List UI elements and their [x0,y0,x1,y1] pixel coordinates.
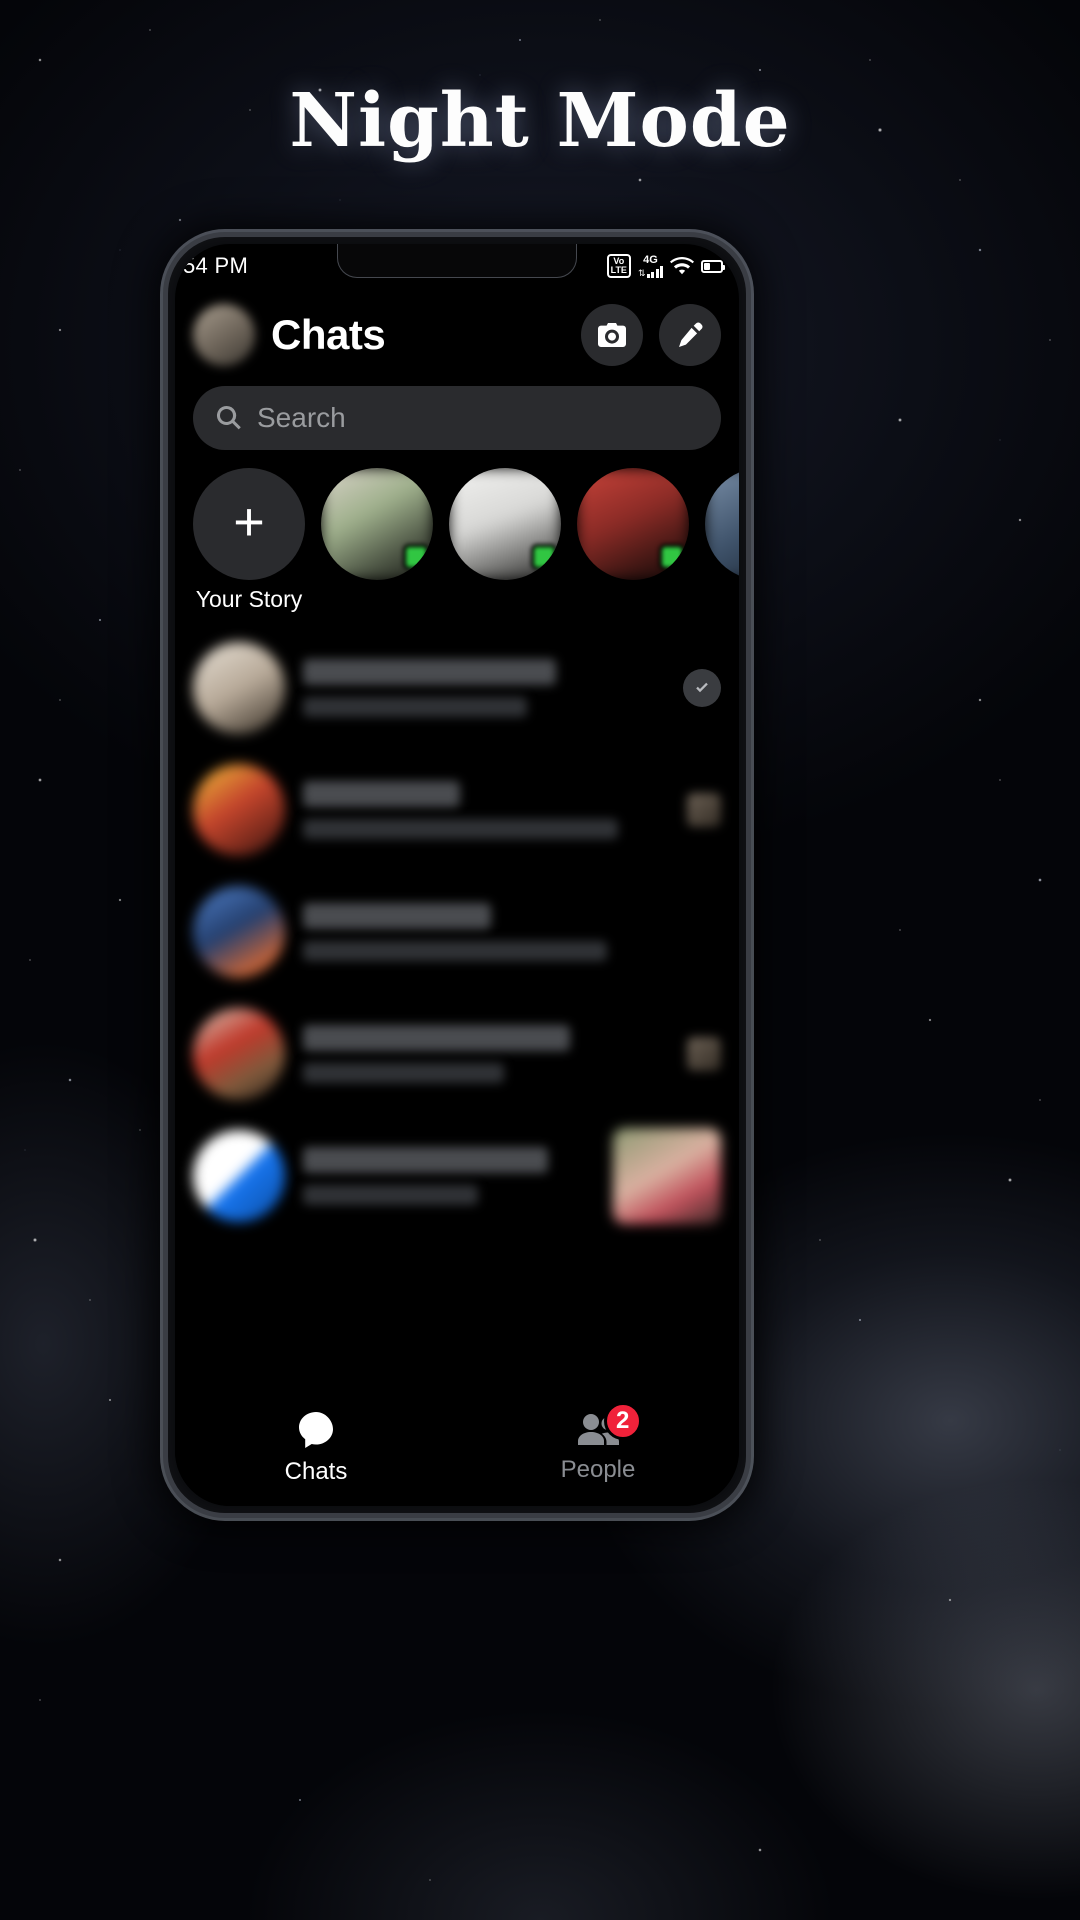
chat-preview [303,697,528,717]
table-row[interactable] [175,627,739,749]
chat-preview [303,1185,479,1205]
nav-label-people: People [560,1456,636,1483]
story-thumbnail [449,468,561,580]
chat-meta [687,793,721,827]
cellular-signal-icon: 4G ⇅ [637,253,663,278]
chat-avatar [193,886,285,978]
status-bar-icons: Vo LTE 4G ⇅ [606,253,725,278]
volte-icon: Vo LTE [606,254,631,278]
signal-bars-icon [646,265,663,278]
app-header: Chats [175,288,739,378]
camera-icon [598,323,626,347]
bottom-nav: Chats People 2 [175,1394,739,1506]
chat-preview [303,941,607,961]
compose-button[interactable] [659,304,721,366]
table-row[interactable] [175,993,739,1115]
chat-name [303,903,491,929]
chat-avatar [193,1130,285,1222]
story-item[interactable] [449,468,561,613]
chat-name [303,781,461,807]
network-type-label: 4G [643,253,658,266]
status-bar: 54 PM Vo LTE 4G ⇅ [175,244,739,288]
online-badge [659,544,685,570]
chat-text [303,1025,669,1083]
chat-bubble-icon [299,1412,333,1448]
page-title-chats: Chats [271,311,386,358]
avatar[interactable] [193,304,255,366]
chat-text [303,1147,595,1205]
chat-list[interactable] [175,623,739,1237]
chat-thumbnail [687,1037,721,1071]
chat-preview [303,1063,505,1083]
data-arrows-icon: ⇅ [637,267,646,278]
chat-text [303,903,703,961]
online-badge [403,544,429,570]
chat-avatar [193,642,285,734]
plus-icon: + [233,492,265,552]
wifi-icon [670,257,694,275]
story-label [449,586,561,613]
nav-item-people[interactable]: People 2 [457,1402,739,1484]
chat-avatar [193,764,285,856]
compose-icon [679,322,703,347]
story-label [577,586,689,613]
chat-name [303,659,557,685]
phone-screen: 54 PM Vo LTE 4G ⇅ Chats Search + Your St… [175,244,739,1506]
story-item[interactable] [577,468,689,613]
chat-meta [683,669,721,707]
page-title: Night Mode [289,78,791,164]
chat-name [303,1147,549,1173]
phone-mockup: 54 PM Vo LTE 4G ⇅ Chats Search + Your St… [163,232,751,1518]
search-placeholder: Search [257,402,346,433]
story-thumbnail [577,468,689,580]
search-input[interactable]: Search [193,386,721,450]
chat-meta [687,1037,721,1071]
chat-text [303,659,665,717]
add-story-ring: + [193,468,305,580]
story-thumbnail [321,468,433,580]
table-row[interactable] [175,871,739,993]
chat-meta [613,1128,721,1224]
chat-avatar [193,1008,285,1100]
chat-preview [303,819,618,839]
chat-thumbnail-large [613,1128,721,1224]
story-item[interactable] [321,468,433,613]
chat-text [303,781,669,839]
story-label-your-story: Your Story [195,586,303,612]
story-item[interactable] [705,468,739,613]
search-icon [216,405,241,430]
chat-name [303,1025,571,1051]
nav-item-chats[interactable]: Chats [175,1408,457,1486]
story-label [705,586,739,613]
chat-thumbnail [687,793,721,827]
story-label [321,586,433,613]
story-thumbnail [705,468,739,580]
online-badge [531,544,557,570]
table-row[interactable] [175,1115,739,1237]
volte-icon-bottom: LTE [610,265,627,275]
story-image [705,468,739,580]
story-item-your-story[interactable]: + Your Story [193,468,305,613]
read-receipt-icon [683,669,721,707]
stories-row[interactable]: + Your Story [175,464,739,623]
status-bar-clock: 54 PM [183,253,249,278]
battery-icon [701,259,725,273]
nav-label-chats: Chats [284,1458,348,1485]
status-badge: 2 [603,1402,642,1440]
camera-button[interactable] [581,304,643,366]
table-row[interactable] [175,749,739,871]
